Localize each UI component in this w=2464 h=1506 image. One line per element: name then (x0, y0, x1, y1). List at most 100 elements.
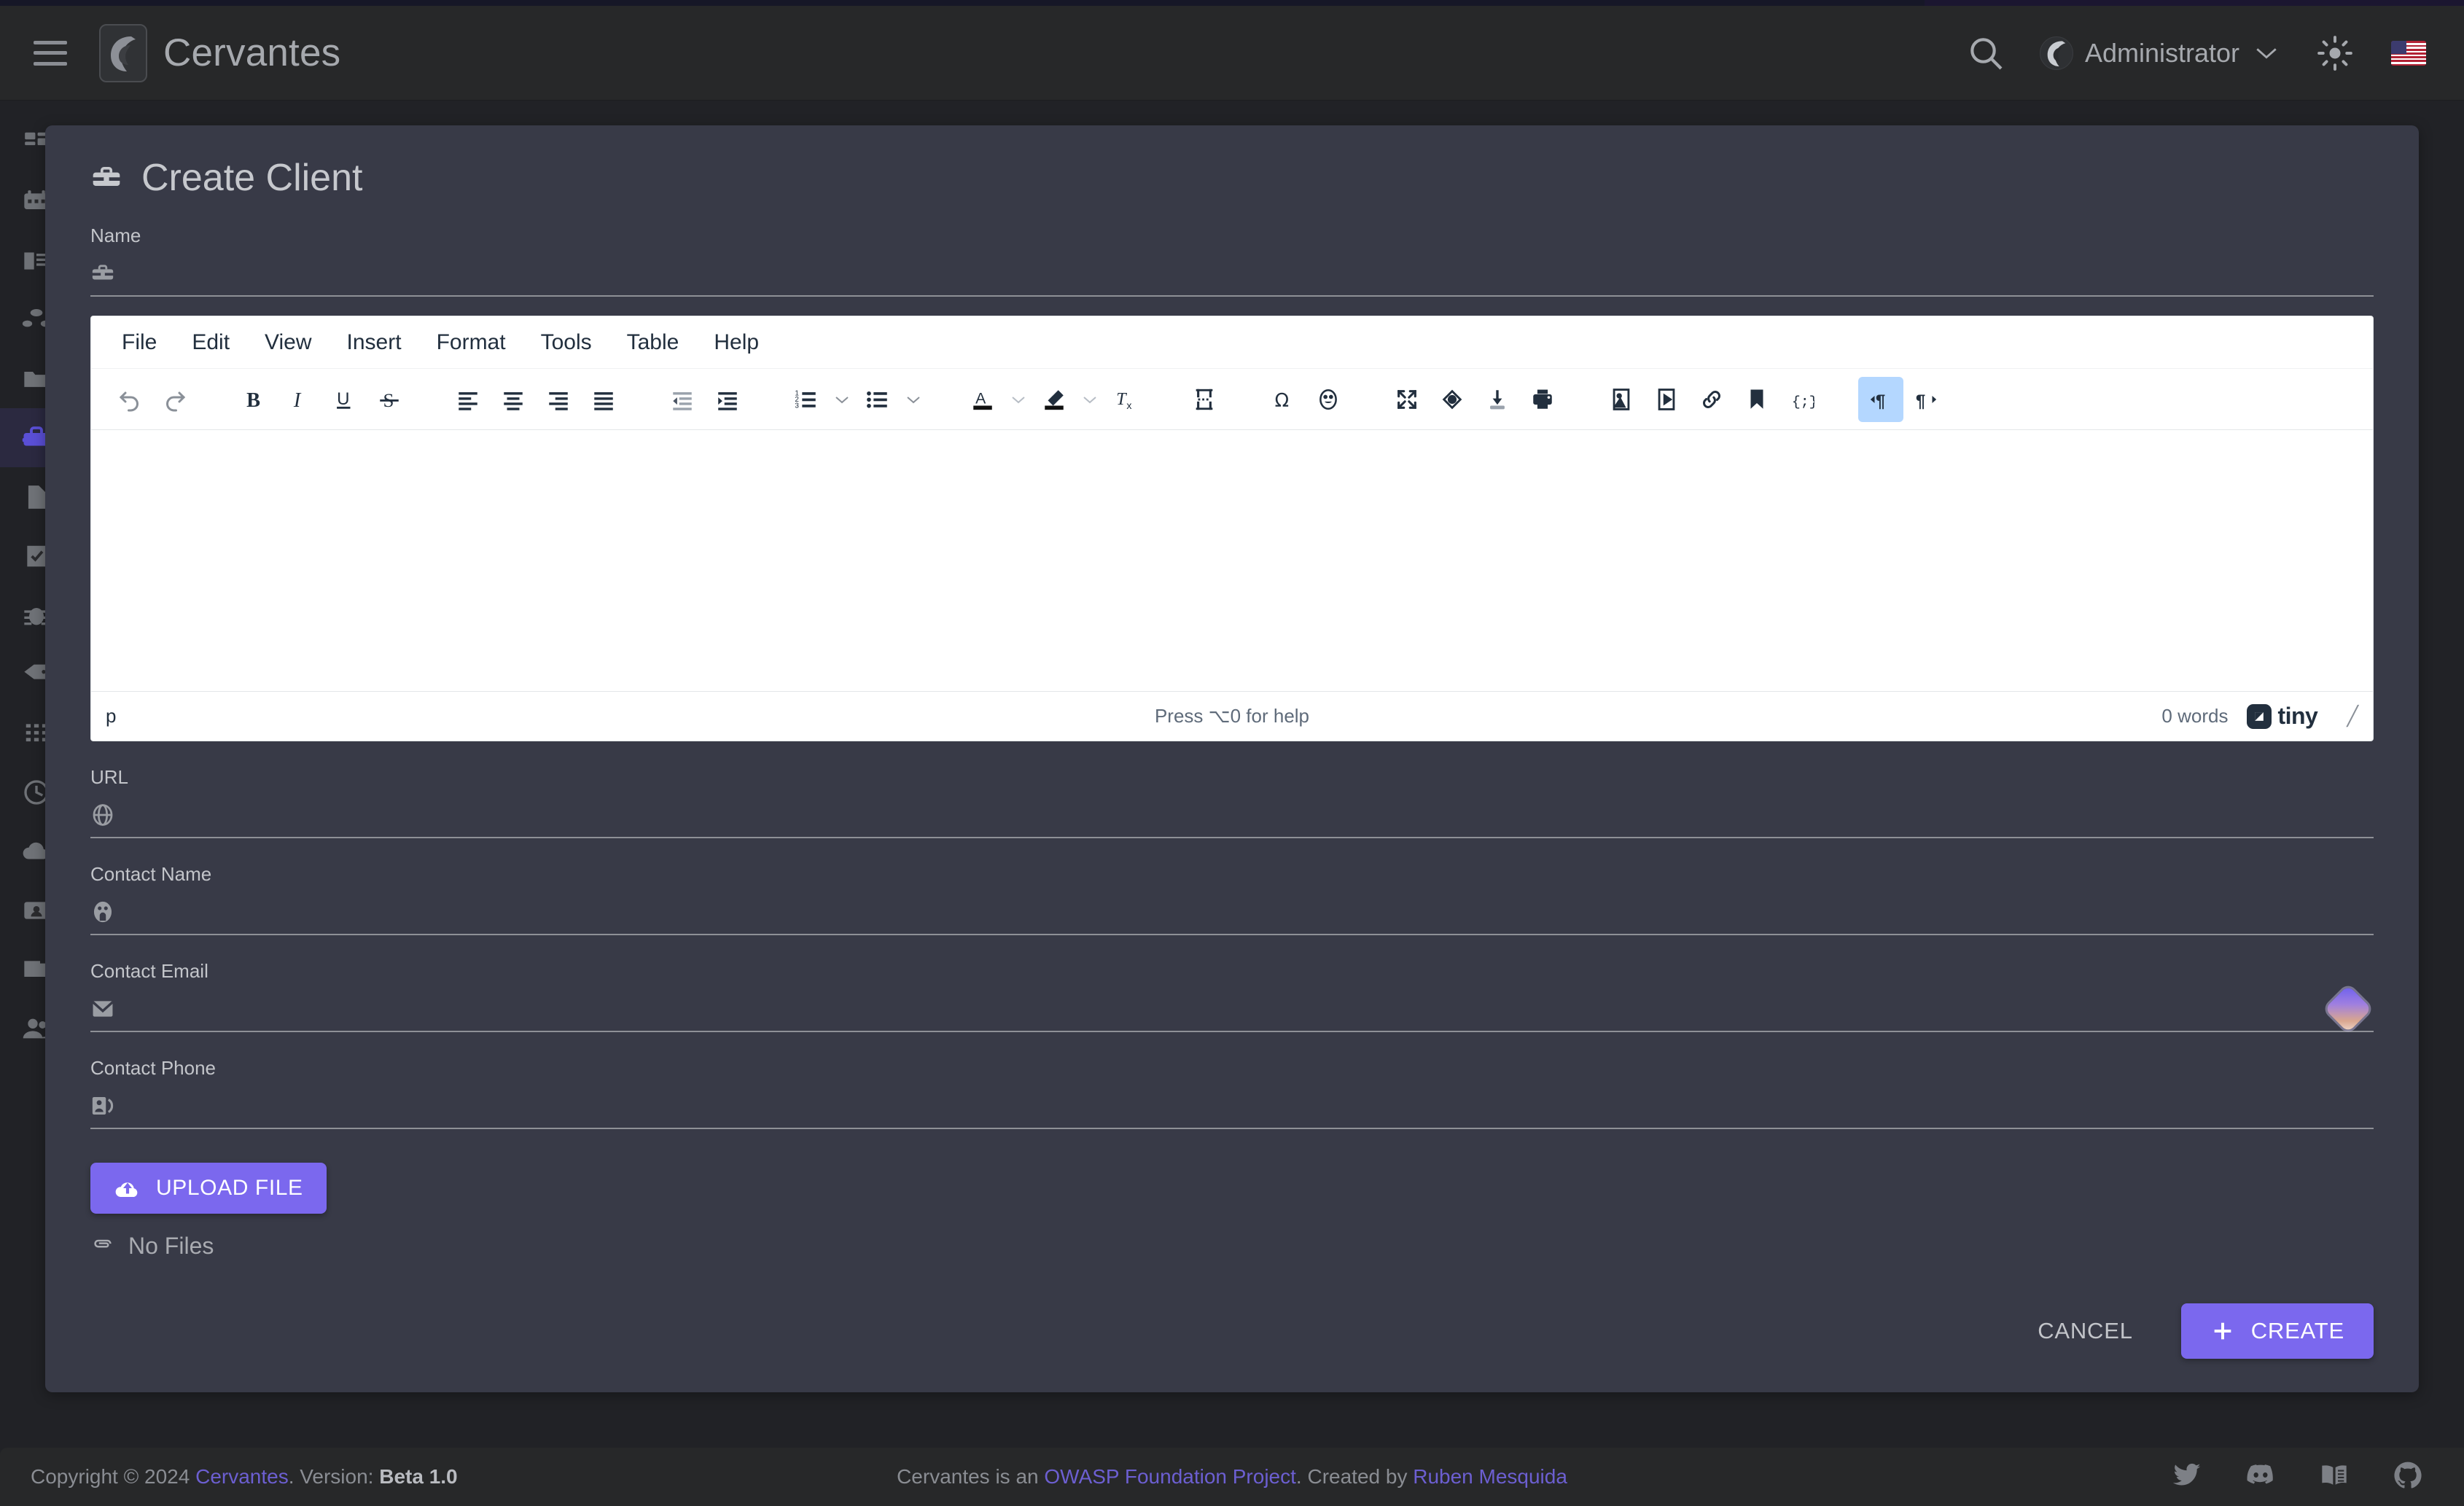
paperclip-icon (94, 1239, 112, 1247)
redo-icon[interactable] (152, 377, 198, 422)
field-label-contact-name: Contact Name (90, 863, 212, 885)
menu-edit[interactable]: Edit (179, 324, 243, 361)
docs-book-icon[interactable] (2320, 1463, 2349, 1491)
footer-copyright-prefix: Copyright © 2024 (31, 1465, 196, 1488)
bold-icon[interactable]: B (231, 377, 276, 422)
numbered-list-chevron-down-icon[interactable] (829, 377, 855, 422)
emoji-icon[interactable] (1306, 377, 1351, 422)
cervantes-logo-icon (99, 23, 147, 82)
author-link[interactable]: Ruben Mesquida (1413, 1465, 1567, 1488)
owasp-link[interactable]: OWASP Foundation Project (1044, 1465, 1296, 1488)
github-icon[interactable] (2393, 1460, 2423, 1494)
create-button[interactable]: CREATE (2180, 1303, 2374, 1359)
align-center-icon[interactable] (491, 377, 536, 422)
text-color-icon[interactable]: A (960, 377, 1005, 422)
footer-version-value: Beta 1.0 (379, 1465, 458, 1488)
discord-icon[interactable] (2245, 1463, 2276, 1491)
page-break-icon[interactable] (1182, 377, 1227, 422)
twitter-icon[interactable] (2172, 1463, 2202, 1491)
top-strip-accent (1925, 0, 2464, 6)
tinymce-brand-text: tiny (2277, 703, 2318, 729)
menu-insert[interactable]: Insert (334, 324, 415, 361)
highlight-color-icon[interactable] (1032, 377, 1077, 422)
app-header: Cervantes Administrator (0, 6, 2464, 101)
numbered-list-icon[interactable]: 123 (784, 377, 829, 422)
hamburger-icon[interactable] (34, 40, 67, 66)
svg-text:U: U (337, 389, 349, 409)
editor-content-area[interactable] (91, 430, 2373, 691)
bullet-list-chevron-down-icon[interactable] (900, 377, 927, 422)
source-code-icon[interactable]: {;} (1779, 377, 1825, 422)
ltr-icon[interactable]: ¶ (1858, 376, 1903, 422)
menu-help[interactable]: Help (701, 324, 772, 361)
highlight-chevron-down-icon[interactable] (1077, 377, 1103, 422)
tinymce-logo-icon[interactable]: tiny (2247, 703, 2318, 730)
print-icon[interactable] (1520, 377, 1565, 422)
underline-icon[interactable]: U (321, 377, 367, 422)
contact-name-input[interactable] (131, 890, 2374, 934)
page-title-text: Create Client (141, 157, 363, 199)
upload-file-button[interactable]: UPLOAD FILE (90, 1163, 327, 1214)
clear-formatting-icon[interactable]: Tx (1103, 377, 1148, 422)
app-footer: Copyright © 2024 Cervantes. Version: Bet… (0, 1448, 2464, 1506)
contact-phone-input[interactable] (131, 1084, 2374, 1128)
outdent-icon[interactable] (660, 377, 705, 422)
strikethrough-icon[interactable]: S (367, 377, 412, 422)
name-input[interactable] (131, 251, 2374, 295)
italic-icon[interactable]: I (276, 377, 321, 422)
bullet-list-icon[interactable] (855, 377, 900, 422)
field-row-contact-name[interactable] (90, 890, 2374, 935)
brand[interactable]: Cervantes (99, 23, 341, 82)
align-right-icon[interactable] (536, 377, 581, 422)
contact-email-input[interactable] (131, 987, 2315, 1031)
insert-media-icon[interactable] (1644, 377, 1689, 422)
menu-format[interactable]: Format (424, 324, 519, 361)
insert-image-icon[interactable] (1599, 377, 1644, 422)
files-status: No Files (90, 1233, 2374, 1260)
theme-toggle-button[interactable] (2279, 35, 2353, 71)
field-row-contact-email[interactable] (90, 985, 2374, 1033)
insert-link-icon[interactable] (1689, 377, 1734, 422)
fullscreen-icon[interactable] (1384, 377, 1430, 422)
briefcase-icon (91, 265, 114, 280)
grammarly-diamond-icon[interactable] (2324, 985, 2372, 1033)
footer-center-prefix: Cervantes is an (897, 1465, 1045, 1488)
field-row-url[interactable] (90, 793, 2374, 838)
us-flag-icon[interactable] (2391, 40, 2426, 66)
url-input[interactable] (131, 793, 2374, 837)
align-justify-icon[interactable] (581, 377, 626, 422)
tinymce-mark-icon (2247, 703, 2272, 729)
field-row-contact-phone[interactable] (90, 1084, 2374, 1129)
footer-version-label: . Version: (288, 1465, 380, 1488)
indent-icon[interactable] (705, 377, 750, 422)
svg-text:I: I (293, 389, 302, 411)
svg-text:Ω: Ω (1275, 389, 1290, 411)
editor-status-right: 0 words tiny ╱ (2161, 703, 2358, 730)
editor-element-path[interactable]: p (106, 705, 116, 727)
footer-copyright: Copyright © 2024 Cervantes. Version: Bet… (31, 1465, 458, 1489)
resize-grip-icon[interactable]: ╱ (2347, 705, 2358, 727)
search-button[interactable] (1965, 33, 2040, 74)
menu-tools[interactable]: Tools (528, 324, 605, 361)
footer-cervantes-link[interactable]: Cervantes (195, 1465, 289, 1488)
export-icon[interactable] (1475, 377, 1520, 422)
undo-icon[interactable] (107, 377, 152, 422)
menu-view[interactable]: View (252, 324, 324, 361)
menu-table[interactable]: Table (614, 324, 693, 361)
brand-title: Cervantes (163, 31, 341, 74)
menu-file[interactable]: File (109, 324, 170, 361)
word-count[interactable]: 0 words (2161, 705, 2228, 727)
svg-text:¶: ¶ (1916, 391, 1925, 410)
text-color-chevron-down-icon[interactable] (1005, 377, 1032, 422)
svg-text:B: B (246, 389, 260, 411)
cancel-button[interactable]: CANCEL (2019, 1305, 2152, 1357)
special-character-icon[interactable]: Ω (1260, 377, 1306, 422)
align-left-icon[interactable] (445, 377, 491, 422)
field-row-name[interactable] (90, 251, 2374, 297)
anchor-icon[interactable] (1734, 377, 1779, 422)
user-menu[interactable]: Administrator (2039, 36, 2279, 70)
svg-text:¶: ¶ (1876, 391, 1885, 410)
rtl-icon[interactable]: ¶ (1903, 377, 1949, 422)
preview-icon[interactable] (1430, 377, 1475, 422)
field-label-contact-phone: Contact Phone (90, 1057, 217, 1079)
